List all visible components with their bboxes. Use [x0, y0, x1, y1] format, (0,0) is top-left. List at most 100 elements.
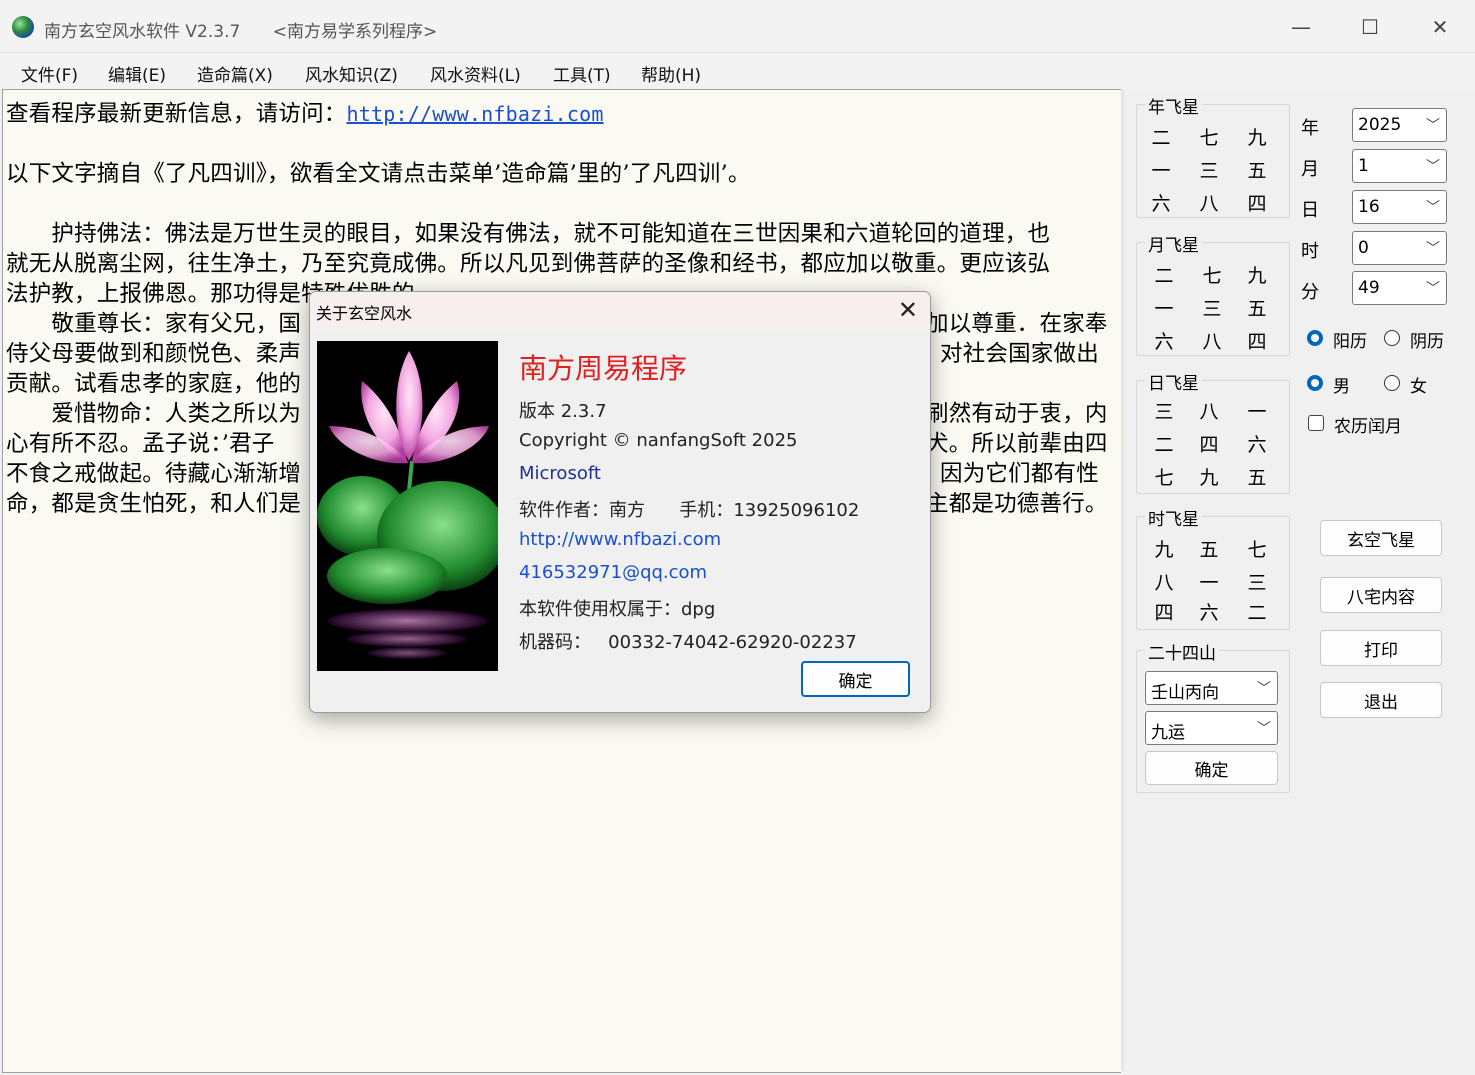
text-line: 就无从脱离尘网，往生净土，乃至究竟成佛。所以凡见到佛菩萨的圣像和经书，都应加以敬…: [6, 251, 1051, 277]
text-line-tail: 主都是功德善行。: [926, 491, 1108, 517]
chevron-down-icon: ﹀: [1257, 721, 1271, 737]
chevron-down-icon: ﹀: [1426, 241, 1440, 257]
menu-help[interactable]: 帮助(H): [641, 61, 701, 86]
minute-label: 分: [1301, 282, 1319, 303]
day-value: 16: [1358, 197, 1380, 217]
minute-select[interactable]: 49 ﹀: [1352, 271, 1447, 305]
exit-button[interactable]: 退出: [1320, 682, 1442, 718]
update-prefix: 查看程序最新更新信息，请访问：: [6, 101, 347, 127]
menu-fengshui-data[interactable]: 风水资料(L): [430, 61, 521, 86]
solar-radio[interactable]: [1307, 330, 1323, 346]
star-cell: 二: [1151, 127, 1171, 149]
star-cell: 五: [1199, 539, 1219, 561]
star-cell: 七: [1247, 539, 1267, 561]
hour-value: 0: [1358, 238, 1369, 258]
text-line: 不食之戒做起。待藏心渐渐增: [6, 461, 302, 487]
star-cell: 六: [1247, 434, 1267, 456]
company-text: Microsoft: [519, 463, 601, 484]
solar-label: 阳历: [1333, 332, 1367, 352]
day-star-title: 日飞星: [1145, 369, 1202, 394]
update-link[interactable]: http://www.nfbazi.com: [347, 102, 604, 126]
print-button[interactable]: 打印: [1320, 630, 1442, 666]
day-label: 日: [1301, 200, 1319, 221]
star-cell: 一: [1247, 401, 1267, 423]
bazhai-button[interactable]: 八宅内容: [1320, 577, 1442, 613]
about-dialog: 关于玄空风水 ✕ 南方周易程序 版本 2.3.7 Copyright © nan…: [309, 291, 931, 713]
vertical-scrollbar[interactable]: [1121, 89, 1124, 1071]
leap-month-label: 农历闰月: [1334, 417, 1402, 437]
star-cell: 一: [1154, 298, 1174, 320]
leap-month-checkbox[interactable]: [1308, 415, 1324, 431]
text-line: 贡献。试看忠孝的家庭，他的: [6, 371, 302, 397]
dialog-title-bar: 关于玄空风水 ✕: [310, 292, 930, 330]
dialog-close-button[interactable]: ✕: [898, 296, 918, 324]
star-cell: 六: [1154, 331, 1174, 353]
star-cell: 八: [1199, 193, 1219, 215]
star-cell: 六: [1151, 193, 1171, 215]
month-select[interactable]: 1 ﹀: [1352, 149, 1447, 183]
menu-tools[interactable]: 工具(T): [553, 61, 611, 86]
star-cell: 九: [1247, 265, 1267, 287]
year-select[interactable]: 2025 ﹀: [1352, 108, 1447, 142]
mountain-select[interactable]: 壬山丙向 ﹀: [1145, 671, 1278, 705]
text-line-tail: 犬。所以前辈由四: [926, 431, 1108, 457]
star-cell: 六: [1199, 602, 1219, 624]
text-line: 心有所不忍。孟子说：’君子: [6, 431, 275, 457]
chevron-down-icon: ﹀: [1426, 159, 1440, 175]
period-value: 九运: [1151, 723, 1185, 743]
window-title: 南方玄空风水软件 V2.3.7 <南方易学系列程序>: [44, 22, 438, 42]
lotus-image: [317, 341, 498, 671]
lunar-radio[interactable]: [1384, 330, 1400, 346]
mountains-group: 二十四山 壬山丙向 ﹀ 九运 ﹀ 确定: [1136, 639, 1290, 793]
text-line: 命，都是贪生怕死，和人们是: [6, 491, 302, 517]
website-link[interactable]: http://www.nfbazi.com: [519, 529, 721, 550]
mountain-value: 壬山丙向: [1151, 683, 1219, 703]
menu-fate[interactable]: 造命篇(X): [197, 61, 273, 86]
menu-fengshui-knowledge[interactable]: 风水知识(Z): [305, 61, 398, 86]
menu-file[interactable]: 文件(F): [21, 61, 78, 86]
star-cell: 四: [1199, 434, 1219, 456]
licensee-text: 本软件使用权属于：dpg: [519, 599, 716, 620]
minimize-button[interactable]: —: [1278, 10, 1324, 44]
male-radio[interactable]: [1307, 375, 1323, 391]
star-cell: 四: [1154, 602, 1174, 624]
star-cell: 二: [1247, 602, 1267, 624]
star-cell: 八: [1199, 401, 1219, 423]
hour-select[interactable]: 0 ﹀: [1352, 231, 1447, 265]
ok-button[interactable]: 确定: [801, 661, 910, 697]
star-cell: 三: [1199, 160, 1219, 182]
lunar-label: 阴历: [1410, 332, 1444, 352]
day-select[interactable]: 16 ﹀: [1352, 190, 1447, 224]
star-cell: 七: [1154, 467, 1174, 489]
star-cell: 二: [1154, 265, 1174, 287]
star-cell: 五: [1247, 298, 1267, 320]
period-select[interactable]: 九运 ﹀: [1145, 711, 1278, 745]
app-name: 南方周易程序: [519, 352, 688, 385]
dialog-title: 关于玄空风水: [316, 304, 413, 323]
star-cell: 九: [1154, 539, 1174, 561]
xuankong-button[interactable]: 玄空飞星: [1320, 520, 1442, 556]
male-label: 男: [1333, 377, 1350, 397]
star-cell: 一: [1199, 572, 1219, 594]
star-cell: 五: [1247, 467, 1267, 489]
hour-star-group: 时飞星 九 五 七 八 一 三 四 六 二: [1136, 505, 1290, 630]
star-cell: 四: [1247, 193, 1267, 215]
menu-edit[interactable]: 编辑(E): [108, 61, 166, 86]
year-star-title: 年飞星: [1145, 93, 1202, 118]
text-line: 侍父母要做到和颜悦色、柔声: [6, 341, 302, 367]
text-line: 爱惜物命：人类之所以为: [6, 401, 302, 427]
star-cell: 五: [1247, 160, 1267, 182]
female-radio[interactable]: [1384, 375, 1400, 391]
minute-value: 49: [1358, 278, 1380, 298]
lotus-icon: [317, 341, 498, 671]
maximize-button[interactable]: ☐: [1347, 10, 1393, 44]
update-line: 查看程序最新更新信息，请访问：http://www.nfbazi.com: [6, 96, 604, 128]
text-line: 敬重尊长：家有父兄，国: [6, 311, 302, 337]
year-star-group: 年飞星 二 七 九 一 三 五 六 八 四: [1136, 93, 1290, 218]
globe-icon: [12, 16, 34, 38]
year-value: 2025: [1358, 115, 1402, 135]
mountain-confirm-button[interactable]: 确定: [1145, 751, 1278, 785]
star-cell: 三: [1202, 298, 1222, 320]
close-button[interactable]: ✕: [1417, 10, 1463, 44]
email-link[interactable]: 416532971@qq.com: [519, 562, 707, 583]
